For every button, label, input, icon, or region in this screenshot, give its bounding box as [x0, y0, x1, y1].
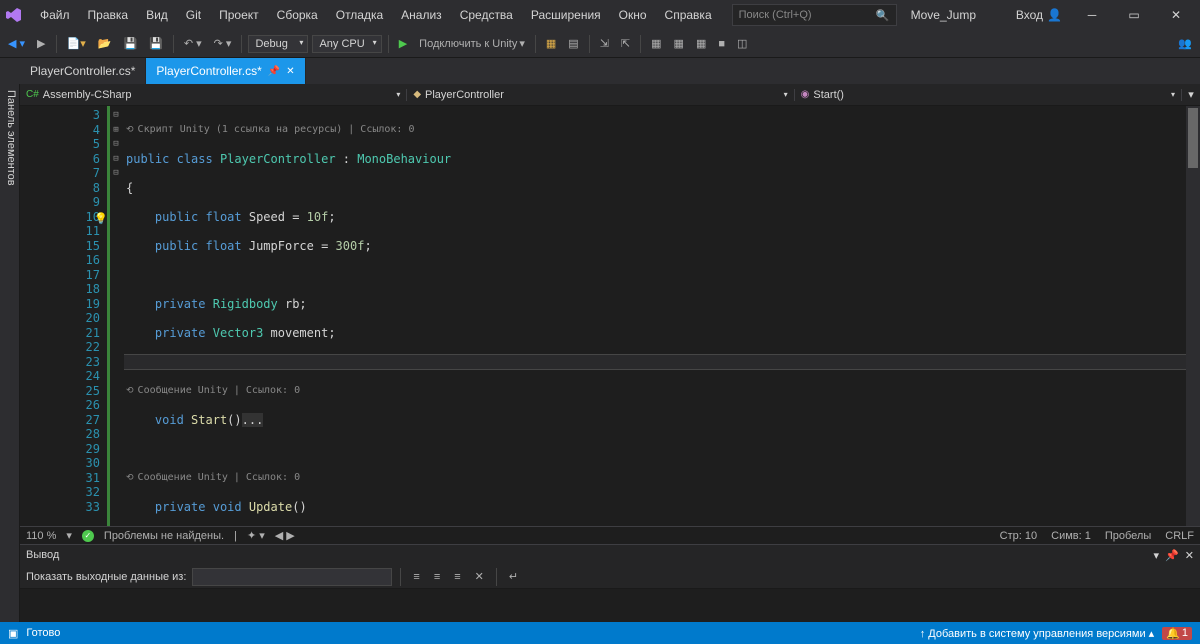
- redo-button[interactable]: ↷ ▾: [210, 35, 236, 52]
- menu-debug[interactable]: Отладка: [328, 4, 391, 26]
- menu-analyze[interactable]: Анализ: [393, 4, 450, 26]
- user-icon: 👤: [1047, 8, 1062, 22]
- undo-button[interactable]: ↶ ▾: [180, 35, 206, 52]
- tb-icon-2[interactable]: ▤: [564, 35, 582, 52]
- open-button[interactable]: 📂: [94, 35, 116, 52]
- tb-icon-7[interactable]: ▦: [692, 35, 710, 52]
- play-button[interactable]: ▶: [395, 35, 411, 52]
- codelens-update[interactable]: Сообщение Unity | Ссылок: 0: [124, 471, 1186, 486]
- tab-playercontroller-2[interactable]: PlayerController.cs* 📌 ✕: [146, 58, 305, 84]
- brush-icon[interactable]: ✦ ▾: [247, 529, 265, 542]
- codelens-class[interactable]: Скрипт Unity (1 ссылка на ресурсы) | Ссы…: [124, 123, 1186, 138]
- menu-extensions[interactable]: Расширения: [523, 4, 609, 26]
- output-title: Вывод: [26, 549, 59, 561]
- toolbox-panel-tab[interactable]: Панель элементов: [0, 84, 20, 622]
- editor-status-strip: 110 % ▾ ✓ Проблемы не найдены. | ✦ ▾ ◀ ▶…: [20, 526, 1200, 544]
- document-tabs: PlayerController.cs* PlayerController.cs…: [0, 58, 1200, 84]
- add-source-control[interactable]: ↑ Добавить в систему управления версиями…: [920, 627, 1154, 640]
- codelens-start[interactable]: Сообщение Unity | Ссылок: 0: [124, 384, 1186, 399]
- split-button[interactable]: ▾: [1182, 88, 1200, 101]
- class-icon: ◆: [413, 89, 421, 100]
- close-icon[interactable]: ✕: [286, 66, 294, 77]
- fold-column[interactable]: ⊟⊞⊟⊟⊟: [108, 106, 124, 526]
- line-gutter: 3456789101115161718192021222324252627282…: [72, 106, 108, 526]
- tb-icon-1[interactable]: ▦: [542, 35, 560, 52]
- close-button[interactable]: ✕: [1156, 1, 1196, 29]
- nav-class-dropdown[interactable]: ◆PlayerController: [407, 89, 794, 101]
- tb-icon-5[interactable]: ▦: [647, 35, 665, 52]
- tb-icon-9[interactable]: ◫: [733, 35, 751, 52]
- eol-mode[interactable]: CRLF: [1165, 530, 1194, 542]
- tb-icon-4[interactable]: ⇱: [617, 35, 634, 52]
- csharp-icon: C#: [26, 89, 39, 100]
- code-editor[interactable]: 💡 34567891011151617181920212223242526272…: [20, 106, 1200, 526]
- config-dropdown[interactable]: Debug: [248, 35, 308, 53]
- menu-project[interactable]: Проект: [211, 4, 267, 26]
- menu-edit[interactable]: Правка: [80, 4, 137, 26]
- search-placeholder: Поиск (Ctrl+Q): [739, 9, 812, 21]
- output-clear-button[interactable]: ✕: [471, 568, 488, 585]
- menu-help[interactable]: Справка: [657, 4, 720, 26]
- issues-text: Проблемы не найдены.: [104, 530, 224, 542]
- menu-file[interactable]: Файл: [32, 4, 78, 26]
- platform-dropdown[interactable]: Any CPU: [312, 35, 381, 53]
- menu-window[interactable]: Окно: [611, 4, 655, 26]
- close-icon[interactable]: ✕: [1185, 549, 1194, 562]
- vs-logo-icon: [4, 5, 24, 25]
- whitespace-mode[interactable]: Пробелы: [1105, 530, 1151, 542]
- new-button[interactable]: 📄▾: [63, 35, 90, 52]
- main-toolbar: ◀ ▾ ▶ 📄▾ 📂 💾 💾 ↶ ▾ ↷ ▾ Debug Any CPU ▶ П…: [0, 30, 1200, 58]
- maximize-button[interactable]: ▭: [1114, 1, 1154, 29]
- pin-icon[interactable]: 📌: [1165, 549, 1179, 562]
- search-icon: 🔍: [876, 9, 890, 22]
- tab-playercontroller-1[interactable]: PlayerController.cs*: [20, 58, 146, 84]
- status-bar: ▣ Готово ↑ Добавить в систему управления…: [0, 622, 1200, 644]
- output-source-label: Показать выходные данные из:: [26, 571, 186, 583]
- output-source-dropdown[interactable]: [192, 568, 392, 586]
- search-input[interactable]: Поиск (Ctrl+Q) 🔍: [732, 4, 897, 26]
- dropdown-icon[interactable]: ▾: [1154, 549, 1160, 562]
- output-btn-3[interactable]: ≡: [450, 569, 464, 585]
- menu-build[interactable]: Сборка: [269, 4, 326, 26]
- tb-icon-8[interactable]: ■: [714, 36, 729, 52]
- nav-project-dropdown[interactable]: C#Assembly-CSharp: [20, 89, 407, 101]
- tb-icon-6[interactable]: ▦: [670, 35, 688, 52]
- output-wrap-button[interactable]: ↵: [505, 568, 522, 585]
- menu-view[interactable]: Вид: [138, 4, 176, 26]
- output-panel: Вывод ▾ 📌 ✕ Показать выходные данные из:…: [20, 544, 1200, 622]
- output-btn-1[interactable]: ≡: [409, 569, 423, 585]
- tb-icon-3[interactable]: ⇲: [596, 35, 613, 52]
- notification-badge[interactable]: 🔔1: [1162, 627, 1192, 640]
- solution-name: Move_Jump: [911, 8, 976, 22]
- minimize-button[interactable]: ─: [1072, 1, 1112, 29]
- login-button[interactable]: Вход 👤: [1008, 4, 1070, 26]
- save-button[interactable]: 💾: [119, 35, 141, 52]
- output-body[interactable]: [20, 589, 1200, 622]
- title-bar: Файл Правка Вид Git Проект Сборка Отладк…: [0, 0, 1200, 30]
- live-share-icon[interactable]: 👥: [1174, 35, 1196, 52]
- status-square-icon: ▣: [8, 627, 18, 640]
- save-all-button[interactable]: 💾: [145, 35, 167, 52]
- menu-tools[interactable]: Средства: [452, 4, 521, 26]
- attach-unity-button[interactable]: Подключить к Unity ▾: [415, 35, 529, 52]
- caret-line: Стр: 10: [1000, 530, 1037, 542]
- output-btn-2[interactable]: ≡: [430, 569, 444, 585]
- method-icon: ◉: [801, 89, 810, 100]
- menu-git[interactable]: Git: [178, 4, 209, 26]
- nav-back-button[interactable]: ◀ ▾: [4, 35, 29, 52]
- nav-member-dropdown[interactable]: ◉Start(): [795, 89, 1182, 101]
- pin-icon[interactable]: 📌: [268, 66, 280, 77]
- status-ready: Готово: [26, 627, 60, 639]
- caret-col: Симв: 1: [1051, 530, 1091, 542]
- lightbulb-icon[interactable]: 💡: [94, 212, 108, 225]
- nav-fwd-button[interactable]: ▶: [33, 35, 49, 52]
- vertical-scrollbar[interactable]: [1186, 106, 1200, 526]
- navigation-bar: C#Assembly-CSharp ◆PlayerController ◉Sta…: [20, 84, 1200, 106]
- zoom-level[interactable]: 110 %: [26, 530, 56, 542]
- check-icon: ✓: [82, 530, 94, 542]
